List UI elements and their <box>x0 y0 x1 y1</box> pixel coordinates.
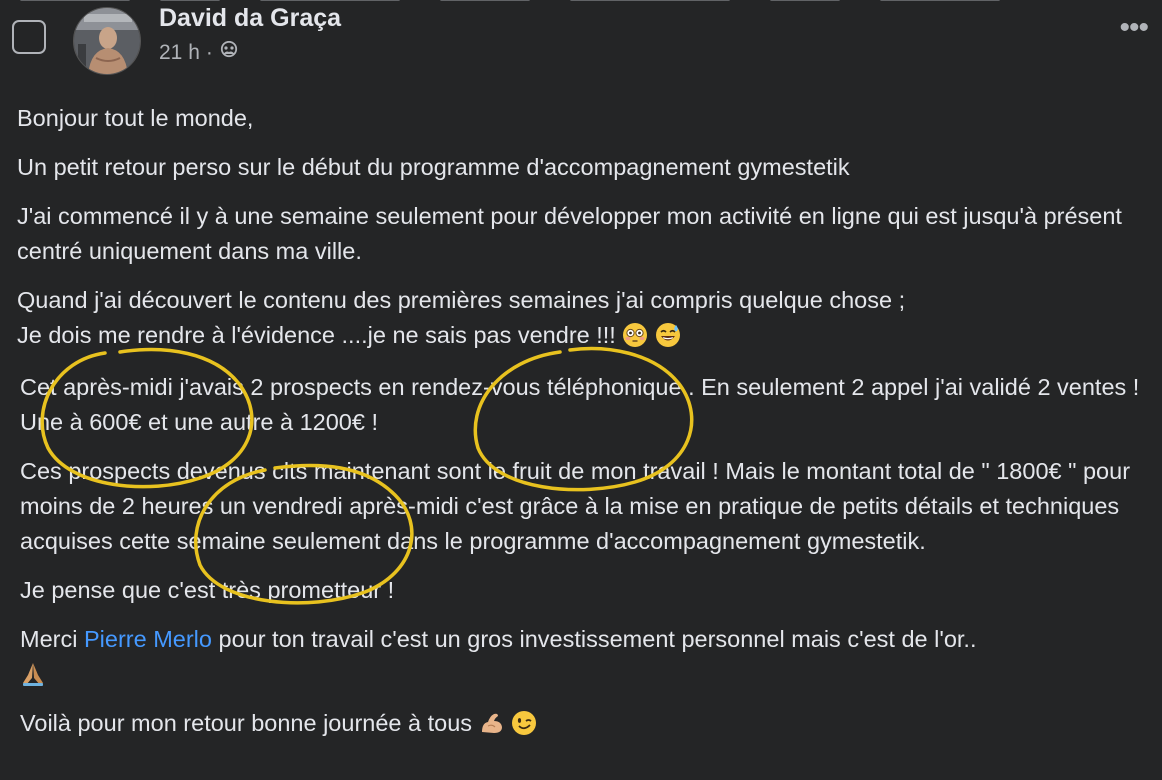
more-options-icon[interactable]: ••• <box>1119 13 1148 43</box>
post-paragraph: J'ai commencé il y à une semaine seuleme… <box>17 203 1122 264</box>
post-paragraph: Merci Pierre Merlo pour ton travail c'es… <box>17 622 1147 692</box>
post-timestamp[interactable]: 21 h <box>159 41 200 65</box>
post-paragraph: Voilà pour mon retour bonne journée à to… <box>17 706 1147 741</box>
post-paragraph: Bonjour tout le monde, <box>17 105 254 131</box>
post-text: pour ton travail c'est un gros investiss… <box>211 626 977 652</box>
mention-link[interactable]: Pierre Merlo <box>84 626 212 652</box>
folded-hands-emoji <box>23 663 43 686</box>
avatar-photo <box>74 8 140 74</box>
post-text: Merci <box>20 626 84 652</box>
select-post-checkbox[interactable] <box>12 20 46 54</box>
post-paragraph: Cet après-midi j'avais 2 prospects en re… <box>20 374 1140 435</box>
post-line: Je dois me rendre à l'évidence ....je ne… <box>17 322 616 348</box>
grinning-sweat-emoji <box>655 323 680 347</box>
post-body: Bonjour tout le monde, Un petit retour p… <box>17 101 1147 755</box>
post-meta: 21 h · <box>159 40 239 65</box>
post-line: Quand j'ai découvert le contenu des prem… <box>17 287 906 313</box>
post-paragraph: Quand j'ai découvert le contenu des prem… <box>17 283 1147 353</box>
avatar[interactable] <box>73 7 141 75</box>
meta-separator: · <box>205 41 213 64</box>
post-author-name[interactable]: David da Graça <box>159 4 341 33</box>
post-paragraph: Un petit retour perso sur le début du pr… <box>17 154 850 180</box>
flushed-face-emoji <box>623 323 648 347</box>
post-paragraph: Ces prospects devenus clts maintenant so… <box>20 458 1131 554</box>
winking-face-emoji <box>512 711 537 735</box>
flexed-biceps-emoji <box>481 713 502 733</box>
friends-icon <box>219 40 239 65</box>
post-paragraph: Je pense que c'est très prometteur ! <box>20 577 395 603</box>
post-text: Voilà pour mon retour bonne journée à to… <box>20 710 473 736</box>
